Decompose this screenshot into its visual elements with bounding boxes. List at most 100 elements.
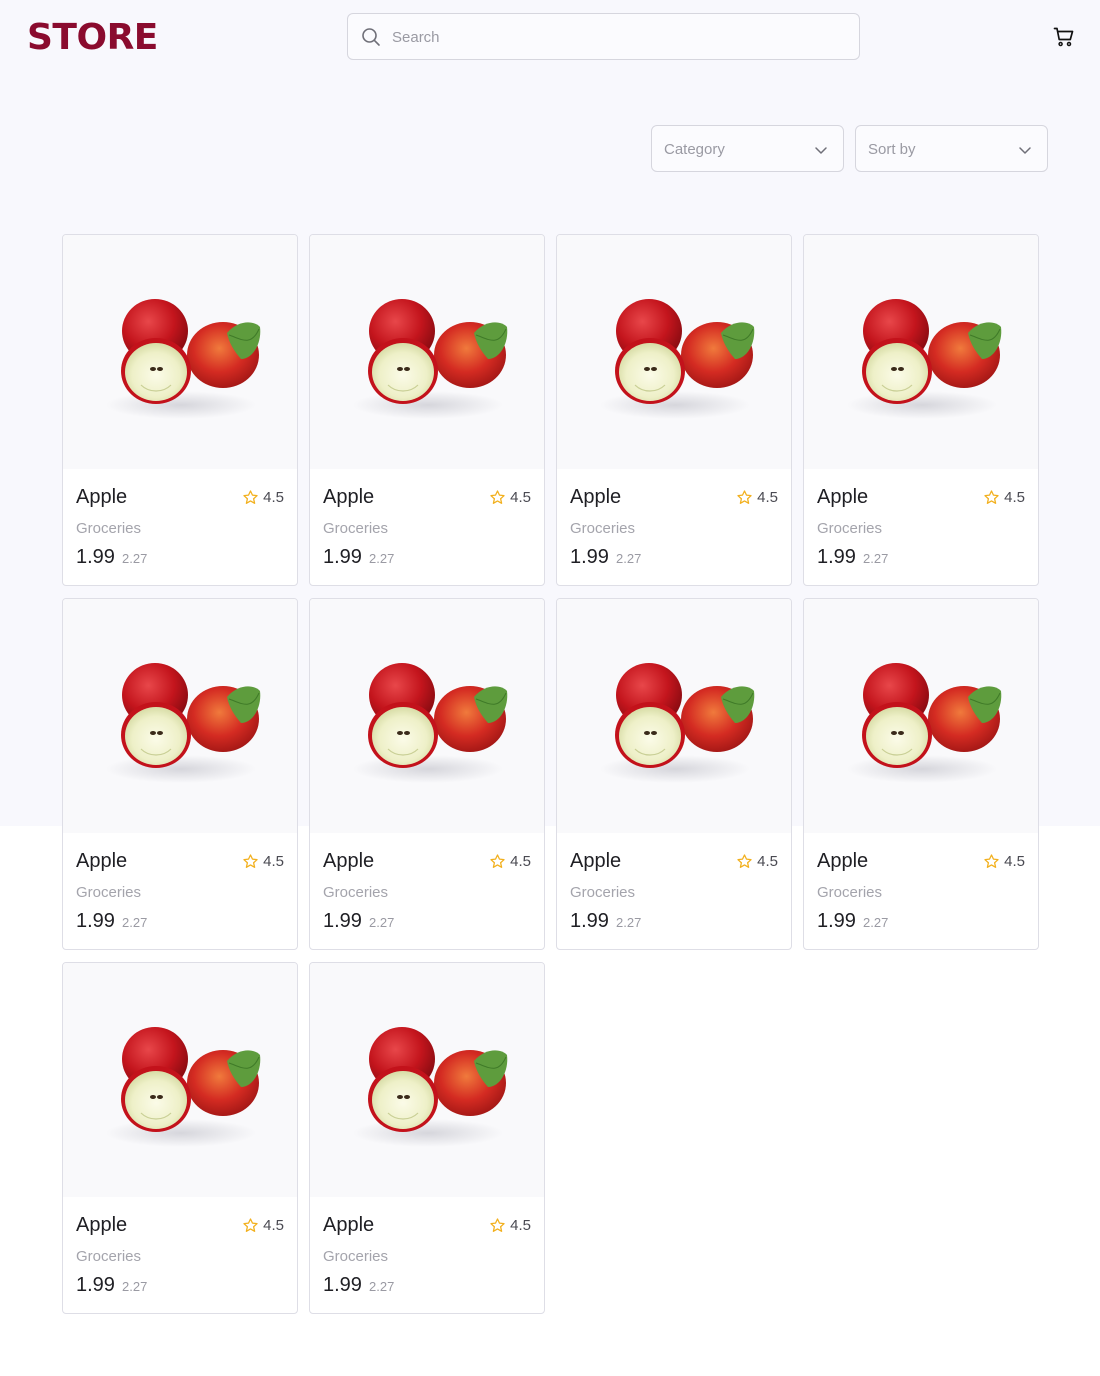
product-old-price: 2.27	[616, 551, 642, 566]
product-image[interactable]	[557, 599, 791, 833]
product-card[interactable]: Apple 4.5 Groceries 1.99 2.27	[309, 234, 545, 586]
product-rating: 4.5	[736, 853, 778, 870]
product-image[interactable]	[804, 235, 1038, 469]
rating-value: 4.5	[510, 1217, 531, 1234]
product-name: Apple	[76, 850, 128, 872]
product-old-price: 2.27	[863, 915, 889, 930]
product-old-price: 2.27	[369, 915, 395, 930]
star-icon	[243, 1218, 258, 1232]
product-image[interactable]	[63, 963, 297, 1197]
apple-image	[847, 663, 1002, 783]
product-category: Groceries	[323, 1248, 389, 1265]
rating-value: 4.5	[510, 489, 531, 506]
category-select[interactable]: Category	[651, 125, 844, 172]
star-icon	[984, 490, 999, 504]
apple-image	[600, 299, 755, 419]
chevron-down-icon	[815, 147, 827, 154]
product-name: Apple	[76, 1214, 128, 1236]
top-bar: STORE	[0, 0, 1100, 76]
product-image[interactable]	[310, 963, 544, 1197]
store-logo[interactable]: STORE	[27, 17, 158, 58]
product-card[interactable]: Apple 4.5 Groceries 1.99 2.27	[62, 234, 298, 586]
product-old-price: 2.27	[369, 1279, 395, 1294]
product-card[interactable]: Apple 4.5 Groceries 1.99 2.27	[556, 598, 792, 950]
rating-value: 4.5	[757, 853, 778, 870]
product-card[interactable]: Apple 4.5 Groceries 1.99 2.27	[803, 598, 1039, 950]
product-price: 1.99	[323, 546, 362, 568]
rating-value: 4.5	[263, 853, 284, 870]
product-name: Apple	[76, 486, 128, 508]
product-card[interactable]: Apple 4.5 Groceries 1.99 2.27	[309, 598, 545, 950]
rating-value: 4.5	[263, 489, 284, 506]
apple-image	[847, 299, 1002, 419]
apple-image	[600, 663, 755, 783]
rating-value: 4.5	[757, 489, 778, 506]
apple-image	[106, 663, 261, 783]
product-image[interactable]	[804, 599, 1038, 833]
product-card[interactable]: Apple 4.5 Groceries 1.99 2.27	[62, 598, 298, 950]
rating-value: 4.5	[510, 853, 531, 870]
product-card[interactable]: Apple 4.5 Groceries 1.99 2.27	[309, 962, 545, 1314]
product-rating: 4.5	[489, 853, 531, 870]
product-name: Apple	[323, 850, 375, 872]
product-price: 1.99	[76, 546, 115, 568]
product-price: 1.99	[323, 1274, 362, 1296]
product-card[interactable]: Apple 4.5 Groceries 1.99 2.27	[803, 234, 1039, 586]
product-rating: 4.5	[489, 1217, 531, 1234]
product-category: Groceries	[817, 884, 883, 901]
product-image[interactable]	[310, 599, 544, 833]
product-card[interactable]: Apple 4.5 Groceries 1.99 2.27	[62, 962, 298, 1314]
product-card[interactable]: Apple 4.5 Groceries 1.99 2.27	[556, 234, 792, 586]
product-rating: 4.5	[983, 489, 1025, 506]
star-icon	[490, 1218, 505, 1232]
search-box[interactable]	[347, 13, 860, 60]
sort-select-label: Sort by	[868, 141, 916, 158]
apple-image	[353, 1027, 508, 1147]
product-name: Apple	[817, 486, 869, 508]
product-rating: 4.5	[736, 489, 778, 506]
apple-image	[353, 663, 508, 783]
product-old-price: 2.27	[122, 551, 148, 566]
star-icon	[490, 490, 505, 504]
product-rating: 4.5	[242, 853, 284, 870]
product-price: 1.99	[76, 1274, 115, 1296]
rating-value: 4.5	[1004, 489, 1025, 506]
product-name: Apple	[570, 486, 622, 508]
product-category: Groceries	[570, 884, 636, 901]
apple-image	[106, 299, 261, 419]
product-rating: 4.5	[242, 489, 284, 506]
star-icon	[490, 854, 505, 868]
product-name: Apple	[570, 850, 622, 872]
star-icon	[243, 854, 258, 868]
product-old-price: 2.27	[122, 915, 148, 930]
product-price: 1.99	[76, 910, 115, 932]
search-input[interactable]	[392, 24, 842, 50]
product-old-price: 2.27	[863, 551, 889, 566]
product-price: 1.99	[817, 910, 856, 932]
product-name: Apple	[817, 850, 869, 872]
sort-select[interactable]: Sort by	[855, 125, 1048, 172]
category-select-label: Category	[664, 141, 725, 158]
star-icon	[737, 490, 752, 504]
rating-value: 4.5	[1004, 853, 1025, 870]
rating-value: 4.5	[263, 1217, 284, 1234]
product-name: Apple	[323, 1214, 375, 1236]
product-price: 1.99	[570, 546, 609, 568]
product-image[interactable]	[310, 235, 544, 469]
cart-icon[interactable]	[1052, 25, 1076, 49]
product-price: 1.99	[817, 546, 856, 568]
product-category: Groceries	[323, 884, 389, 901]
product-category: Groceries	[76, 884, 142, 901]
product-image[interactable]	[557, 235, 791, 469]
product-image[interactable]	[63, 235, 297, 469]
product-old-price: 2.27	[369, 551, 395, 566]
product-category: Groceries	[76, 1248, 142, 1265]
star-icon	[243, 490, 258, 504]
product-image[interactable]	[63, 599, 297, 833]
product-name: Apple	[323, 486, 375, 508]
product-rating: 4.5	[242, 1217, 284, 1234]
product-category: Groceries	[76, 520, 142, 537]
product-rating: 4.5	[489, 489, 531, 506]
product-price: 1.99	[570, 910, 609, 932]
product-old-price: 2.27	[122, 1279, 148, 1294]
